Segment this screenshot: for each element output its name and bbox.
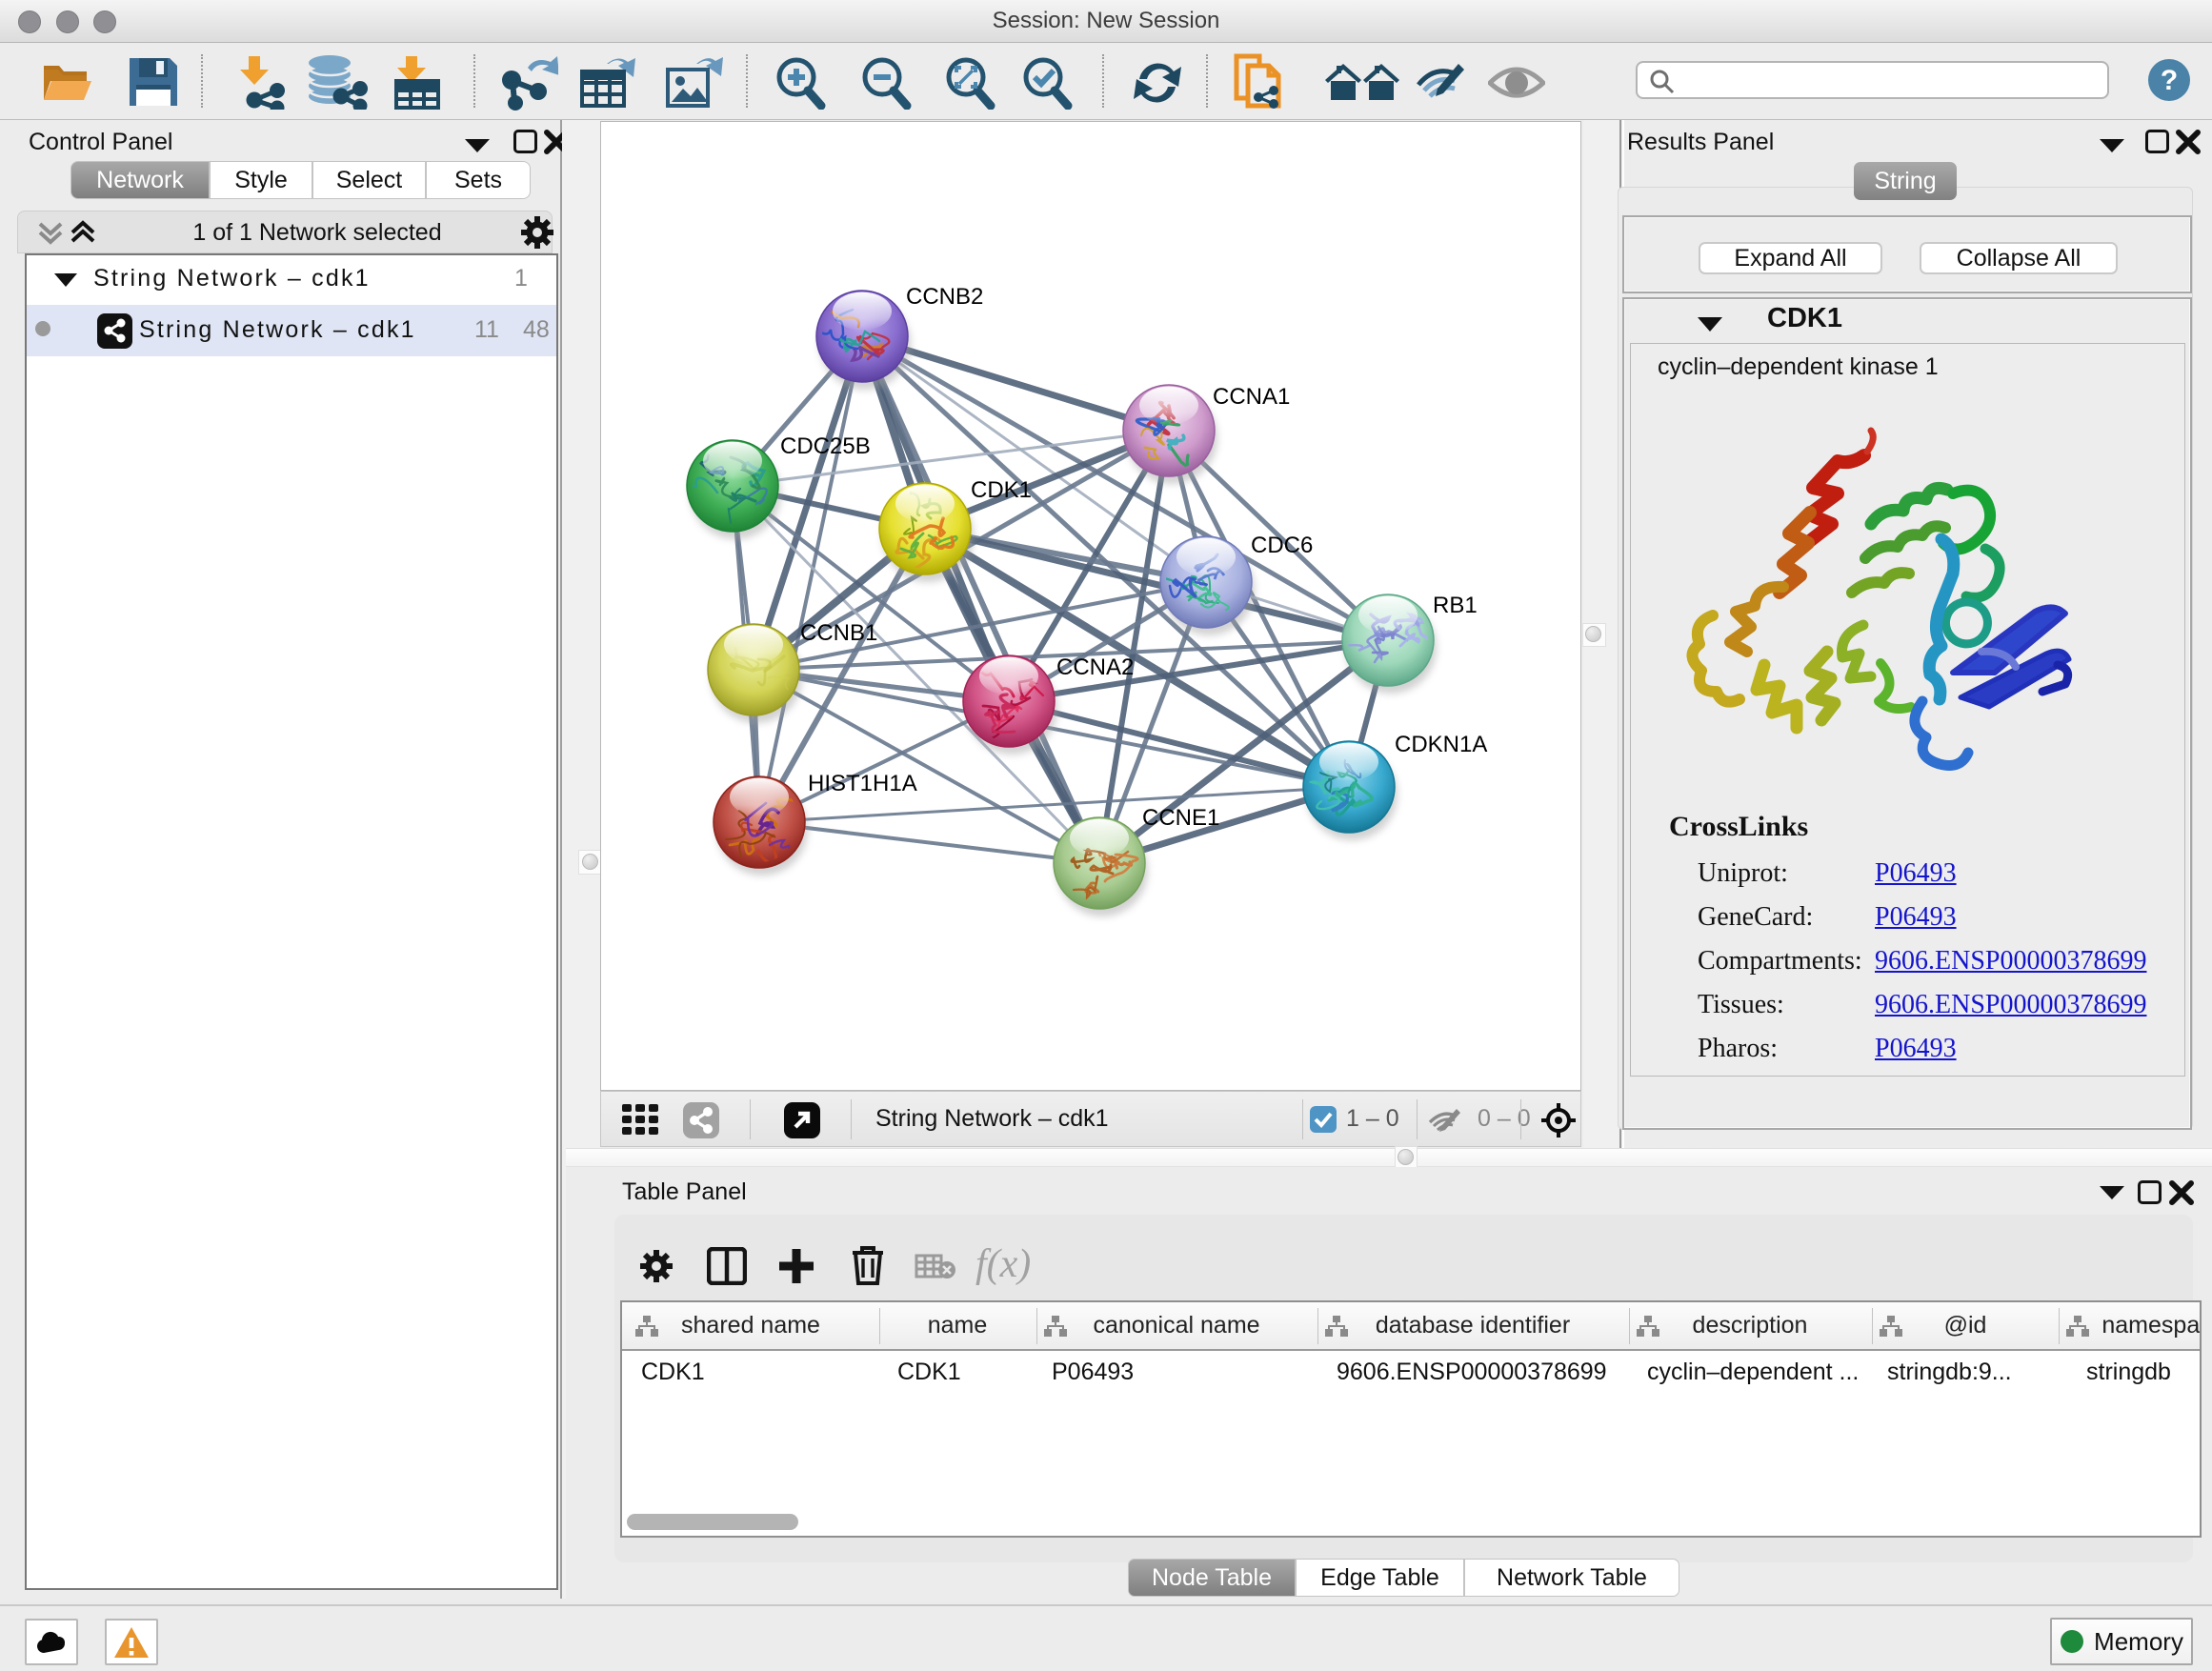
svg-text:CCNA2: CCNA2 xyxy=(1056,654,1134,680)
svg-text:RB1: RB1 xyxy=(1433,593,1478,618)
svg-text:CDC25B: CDC25B xyxy=(780,433,871,459)
svg-text:CCNA1: CCNA1 xyxy=(1213,384,1290,410)
svg-text:CDK1: CDK1 xyxy=(971,477,1032,503)
svg-text:CCNE1: CCNE1 xyxy=(1142,805,1219,831)
svg-text:CDC6: CDC6 xyxy=(1251,533,1313,558)
svg-text:CCNB2: CCNB2 xyxy=(906,284,983,310)
svg-text:CCNB1: CCNB1 xyxy=(800,620,877,646)
svg-text:CDKN1A: CDKN1A xyxy=(1395,732,1487,757)
svg-text:?: ? xyxy=(2161,65,2178,96)
svg-text:HIST1H1A: HIST1H1A xyxy=(808,771,917,796)
